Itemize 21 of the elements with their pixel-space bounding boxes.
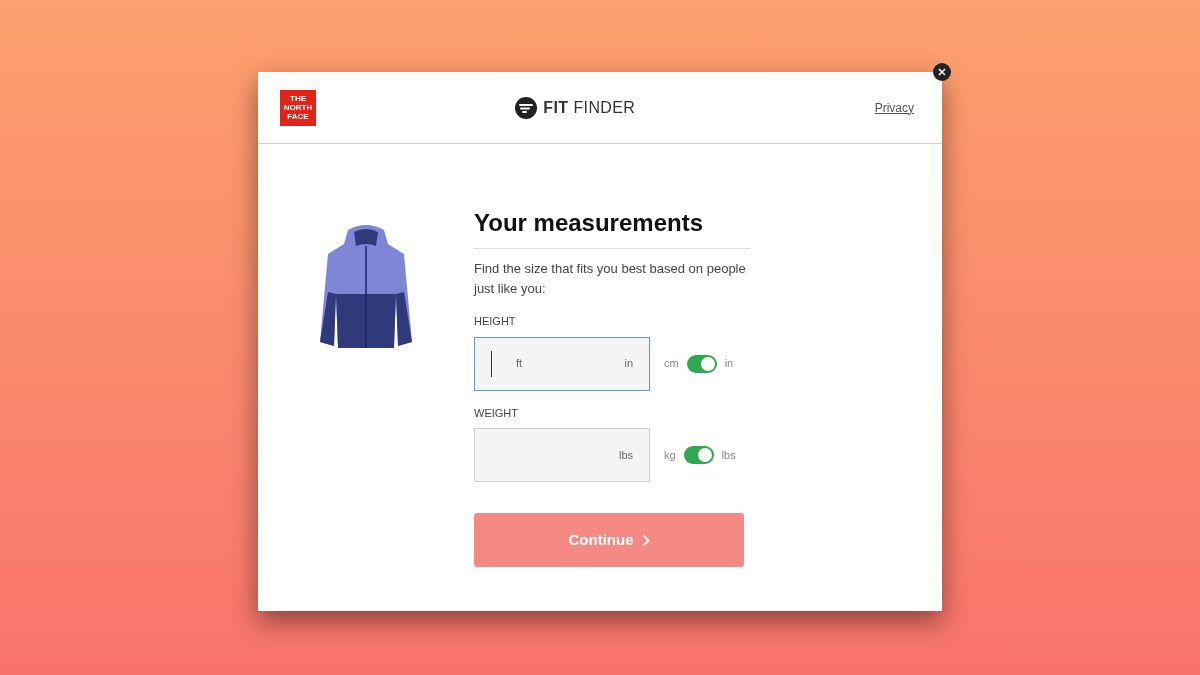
fit-finder-logo-icon — [515, 96, 538, 119]
input-field[interactable]: lbs — [474, 428, 650, 482]
unit-label: lbs — [618, 447, 633, 463]
unit-toggle[interactable] — [683, 446, 714, 464]
unit-label: ft — [516, 356, 523, 372]
privacy-link[interactable]: Privacy — [874, 98, 914, 117]
unit-option: in — [724, 355, 734, 372]
chevron-right-icon — [641, 533, 650, 547]
brand-name: FIT FINDER — [543, 97, 636, 118]
unit-option: kg — [664, 446, 676, 464]
input-field[interactable]: ft in — [474, 336, 650, 391]
unit-label: in — [624, 356, 633, 372]
unit-option: cm — [664, 355, 679, 372]
field-label: WEIGHT — [474, 405, 519, 421]
close-icon[interactable] — [933, 63, 951, 81]
unit-toggle[interactable] — [686, 354, 717, 373]
form-title: Your measurements — [474, 208, 704, 238]
unit-option: lbs — [721, 446, 736, 464]
intro-text: Find the size that fits you best based on people just like you: — [474, 260, 747, 298]
brand-logo: THE NORTH FACE — [280, 89, 316, 126]
field-label: HEIGHT — [474, 314, 517, 329]
